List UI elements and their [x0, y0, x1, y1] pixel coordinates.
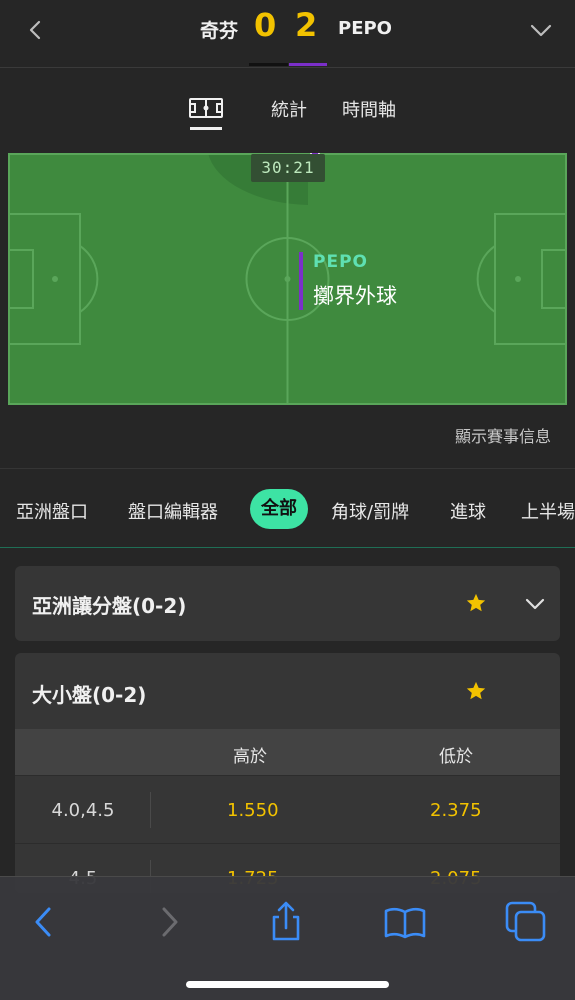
pitch-visualization: [8, 63, 567, 405]
market-title: 亞洲讓分盤(0-2): [32, 594, 187, 618]
header-under: 低於: [439, 747, 473, 767]
market-card-totals: 大小盤(0-2) 高於 低於 4.0,4.5 1.550 2.375 4.5 1…: [15, 653, 560, 893]
show-match-info-link[interactable]: 顯示賽事信息: [455, 423, 551, 447]
browser-forward-button[interactable]: [146, 899, 192, 945]
star-icon[interactable]: [465, 680, 487, 702]
tab-pitch[interactable]: [188, 96, 224, 130]
away-team-color-bar: [289, 63, 327, 66]
market-tab-editor[interactable]: 盤口編輯器: [128, 498, 218, 524]
match-header: 奇芬 0 2 PEPO: [0, 0, 575, 68]
browser-back-button[interactable]: [22, 899, 68, 945]
odds-header: 高於 低於: [15, 729, 560, 775]
tabs-divider: [0, 547, 575, 548]
bookmarks-icon: [384, 907, 426, 939]
share-icon: [272, 901, 300, 941]
tab-stats[interactable]: 統計: [271, 96, 307, 122]
event-description: 擲界外球: [313, 284, 397, 308]
pitch-icon: [189, 98, 223, 118]
football-pitch: [8, 63, 567, 405]
total-line: 4.0,4.5: [51, 800, 115, 821]
away-team-name: PEPO: [338, 18, 392, 39]
header-over: 高於: [233, 747, 267, 767]
event-team-marker: [299, 252, 303, 310]
back-icon: [35, 907, 51, 937]
odds-over-button[interactable]: 1.550: [227, 800, 279, 821]
star-icon[interactable]: [465, 592, 487, 614]
tabs-button[interactable]: [503, 899, 549, 945]
market-tab-asian[interactable]: 亞洲盤口: [16, 498, 88, 524]
forward-icon: [162, 907, 178, 937]
match-clock: 30:21: [251, 154, 325, 182]
away-score: 2: [295, 6, 318, 44]
view-tabs: 統計 時間軸: [0, 68, 575, 148]
row-divider: [150, 792, 151, 828]
odds-row: 4.0,4.5 1.550 2.375: [15, 775, 560, 843]
chevron-down-icon: [530, 24, 552, 37]
odds-under-button[interactable]: 2.375: [430, 800, 482, 821]
market-card-handicap[interactable]: 亞洲讓分盤(0-2): [15, 566, 560, 641]
market-tabs: 亞洲盤口 盤口編輯器 全部 角球/罰牌 進球 上半場: [0, 468, 575, 548]
home-score: 0: [254, 6, 277, 44]
tabs-icon: [505, 901, 546, 942]
back-button[interactable]: [22, 16, 50, 44]
tab-timeline[interactable]: 時間軸: [342, 96, 396, 122]
market-tab-first-half[interactable]: 上半場: [521, 498, 575, 524]
home-team-name: 奇芬: [199, 20, 238, 42]
share-button[interactable]: [263, 899, 309, 945]
chevron-down-icon[interactable]: [523, 594, 547, 614]
event-team: PEPO: [313, 252, 368, 272]
home-team-color-bar: [249, 63, 288, 66]
bookmarks-button[interactable]: [382, 899, 428, 945]
market-tab-corners-cards[interactable]: 角球/罰牌: [331, 498, 409, 524]
market-tab-all[interactable]: 全部: [250, 489, 308, 529]
market-title: 大小盤(0-2): [32, 683, 147, 707]
collapse-header-button[interactable]: [527, 18, 555, 42]
market-tab-goals[interactable]: 進球: [450, 498, 486, 524]
active-tab-underline: [190, 127, 222, 130]
home-indicator: [186, 981, 389, 988]
chevron-left-icon: [29, 20, 41, 40]
